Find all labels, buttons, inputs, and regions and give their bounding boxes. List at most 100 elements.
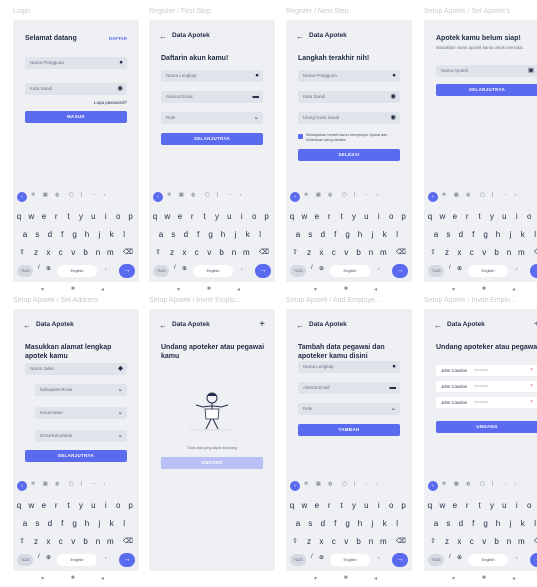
next-button[interactable]: SELANJUTNYA <box>25 450 127 462</box>
clipboard-icon[interactable]: ▢ <box>205 192 210 198</box>
key-u[interactable]: u <box>224 210 234 223</box>
register-link[interactable]: DAFTAR <box>109 36 127 41</box>
nav-recents-icon[interactable]: ■ <box>207 286 211 292</box>
key-m[interactable]: m <box>378 535 388 548</box>
remove-icon[interactable]: × <box>530 383 533 389</box>
username-field[interactable]: Nama Pengguna● <box>25 57 127 69</box>
key-r[interactable]: r <box>51 499 61 512</box>
key-r[interactable]: r <box>51 210 61 223</box>
fullname-field[interactable]: Nama Lengkap● <box>298 361 400 373</box>
key-q[interactable]: q <box>287 210 297 223</box>
key-o[interactable]: o <box>249 210 259 223</box>
key-q[interactable]: q <box>14 210 24 223</box>
sticker-icon[interactable]: ▦ <box>316 192 321 198</box>
key-t[interactable]: t <box>64 210 74 223</box>
next-button[interactable]: SELANJUTNYA <box>161 133 263 145</box>
key-n[interactable]: n <box>93 246 103 259</box>
backspace-key-icon[interactable]: ⌫ <box>259 246 269 259</box>
key-k[interactable]: k <box>380 228 390 241</box>
key-u[interactable]: u <box>499 499 509 512</box>
key-d[interactable]: d <box>318 228 328 241</box>
globe-icon[interactable]: ⊕ <box>319 265 324 272</box>
numbers-key[interactable]: ?123 <box>428 265 444 277</box>
key-v[interactable]: v <box>204 246 214 259</box>
key-f[interactable]: f <box>330 228 340 241</box>
settings-icon[interactable]: ✲ <box>304 481 308 487</box>
theme-icon[interactable]: ◍ <box>55 481 59 487</box>
key-f[interactable]: f <box>57 517 67 530</box>
password-field[interactable]: Kata Sandi◉ <box>298 91 400 103</box>
key-q[interactable]: q <box>425 210 435 223</box>
slash-key[interactable]: / <box>174 265 176 271</box>
settings-icon[interactable]: ✲ <box>442 192 446 198</box>
key-w[interactable]: w <box>437 499 447 512</box>
key-t[interactable]: t <box>475 499 485 512</box>
key-r[interactable]: r <box>462 499 472 512</box>
theme-icon[interactable]: ◍ <box>466 192 470 198</box>
kabupaten-select[interactable]: Kabupaten/Kota⌄ <box>35 384 127 396</box>
key-r[interactable]: r <box>324 499 334 512</box>
key-k[interactable]: k <box>380 517 390 530</box>
back-arrow-icon[interactable]: ← <box>159 32 167 41</box>
space-key[interactable]: English <box>330 554 370 566</box>
key-e[interactable]: e <box>312 499 322 512</box>
space-key[interactable]: English <box>330 265 370 277</box>
comma-key[interactable]: , <box>105 554 107 560</box>
clipboard-icon[interactable]: ▢ <box>480 192 485 198</box>
comma-key[interactable]: , <box>378 265 380 271</box>
numbers-key[interactable]: ?123 <box>17 554 33 566</box>
key-g[interactable]: g <box>481 228 491 241</box>
key-d[interactable]: d <box>456 228 466 241</box>
settings-icon[interactable]: ✲ <box>31 192 35 198</box>
key-w[interactable]: w <box>162 210 172 223</box>
role-select[interactable]: Role⌄ <box>298 403 400 415</box>
key-w[interactable]: w <box>299 499 309 512</box>
more-icon[interactable]: ⋯ <box>91 481 96 487</box>
key-f[interactable]: f <box>193 228 203 241</box>
apotek-name-field[interactable]: Nama Apotek▣ <box>436 65 537 77</box>
fullname-field[interactable]: Nama Lengkap● <box>161 70 263 82</box>
key-n[interactable]: n <box>93 535 103 548</box>
key-p[interactable]: p <box>399 210 409 223</box>
more-icon[interactable]: ⋯ <box>364 481 369 487</box>
key-b[interactable]: b <box>81 535 91 548</box>
key-d[interactable]: d <box>456 517 466 530</box>
key-h[interactable]: h <box>218 228 228 241</box>
forgot-password-link[interactable]: Lupa password? <box>94 100 127 105</box>
mic-icon[interactable]: ↓ <box>514 481 517 487</box>
username-field[interactable]: Nama Pengguna● <box>298 70 400 82</box>
key-e[interactable]: e <box>39 210 49 223</box>
key-s[interactable]: s <box>32 517 42 530</box>
key-e[interactable]: e <box>39 499 49 512</box>
theme-icon[interactable]: ◍ <box>328 192 332 198</box>
key-z[interactable]: z <box>31 535 41 548</box>
key-x[interactable]: x <box>43 246 53 259</box>
slash-key[interactable]: / <box>38 265 40 271</box>
slash-key[interactable]: / <box>449 265 451 271</box>
backspace-key-icon[interactable]: ⌫ <box>123 246 133 259</box>
key-i[interactable]: i <box>237 210 247 223</box>
key-o[interactable]: o <box>386 210 396 223</box>
nav-recents-icon[interactable]: ■ <box>482 575 486 581</box>
key-o[interactable]: o <box>113 210 123 223</box>
toolbar-divider[interactable]: | <box>492 481 493 487</box>
mic-icon[interactable]: ↓ <box>239 192 242 198</box>
backspace-key-icon[interactable]: ⌫ <box>123 535 133 548</box>
key-h[interactable]: h <box>355 517 365 530</box>
sticker-icon[interactable]: ▦ <box>43 481 48 487</box>
enter-key-icon[interactable]: → <box>530 553 537 567</box>
numbers-key[interactable]: ?123 <box>17 265 33 277</box>
key-w[interactable]: w <box>299 210 309 223</box>
enter-key-icon[interactable]: → <box>119 264 135 278</box>
key-h[interactable]: h <box>82 517 92 530</box>
key-g[interactable]: g <box>206 228 216 241</box>
shift-key-icon[interactable]: ⇧ <box>17 535 27 548</box>
key-c[interactable]: c <box>467 535 477 548</box>
toolbar-divider[interactable]: | <box>81 192 82 198</box>
toolbar-divider[interactable]: | <box>354 192 355 198</box>
key-m[interactable]: m <box>105 535 115 548</box>
key-h[interactable]: h <box>493 517 503 530</box>
key-y[interactable]: y <box>487 210 497 223</box>
nav-home-icon[interactable]: ▾ <box>314 286 317 293</box>
password-field[interactable]: Kata Sandi◉ <box>25 83 127 95</box>
